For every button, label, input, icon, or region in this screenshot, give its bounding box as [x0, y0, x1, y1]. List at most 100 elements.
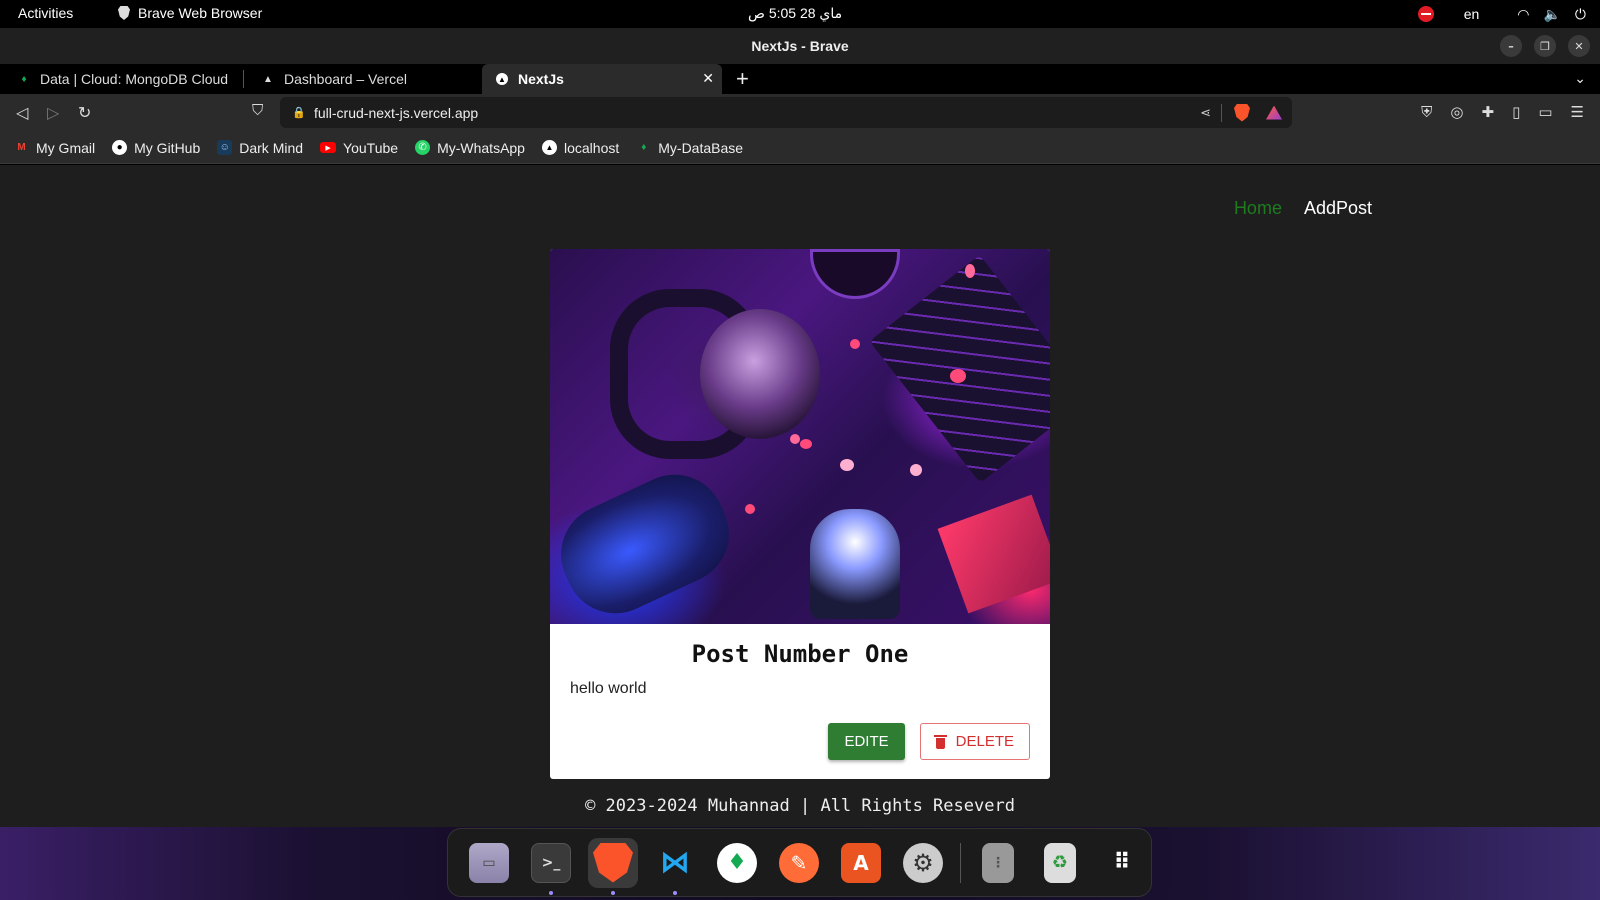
url-text[interactable]: full-crud-next-js.vercel.app	[314, 105, 1200, 121]
github-icon: ●	[112, 140, 128, 155]
dock-disks[interactable]: ⋮	[973, 838, 1023, 888]
dock-separator	[960, 842, 961, 883]
tab-nextjs[interactable]: ▲ NextJs ✕	[482, 64, 722, 94]
window-title-bar[interactable]: NextJs - Brave – ❐ ✕	[0, 28, 1600, 64]
post-body: hello world	[570, 680, 647, 697]
close-tab-icon[interactable]: ✕	[702, 70, 714, 87]
menu-icon[interactable]: ☰	[1571, 103, 1584, 121]
bookmarks-bar: M My Gmail ● My GitHub ☺ Dark Mind ▶ You…	[0, 132, 1600, 164]
terminal-icon: >_	[531, 842, 571, 883]
app-menu-label: Brave Web Browser	[138, 5, 263, 21]
dock-postman[interactable]: ✎	[774, 838, 824, 888]
bookmark-my-github[interactable]: ● My GitHub	[112, 140, 200, 156]
new-tab-button[interactable]: +	[736, 66, 749, 92]
back-icon[interactable]: ◁	[16, 103, 28, 122]
forward-icon[interactable]: ▷	[47, 103, 59, 122]
sidebar-icon[interactable]: ▯	[1512, 103, 1520, 121]
bookmark-label: My-DataBase	[658, 139, 744, 156]
brave-rewards-icon[interactable]	[1266, 105, 1282, 120]
post-image	[550, 249, 1050, 624]
edit-button-label: EDITE	[844, 733, 889, 750]
keyboard-layout-indicator[interactable]: en	[1464, 6, 1480, 22]
power-icon[interactable]: ⏻	[1575, 6, 1586, 23]
dock-brave[interactable]	[588, 837, 638, 895]
vscode-icon: ⋈	[660, 845, 690, 880]
system-tray[interactable]: en ◠ 🔈 ⏻	[1417, 3, 1586, 25]
bookmark-my-whatsapp[interactable]: ✆ My-WhatsApp	[415, 140, 525, 156]
vpn-shield-icon[interactable]: ⛨	[1421, 103, 1432, 121]
gmail-icon: M	[17, 142, 26, 153]
edit-button[interactable]: EDITE	[828, 723, 905, 760]
bookmark-label: Dark Mind	[239, 139, 304, 156]
volume-icon[interactable]: 🔈	[1543, 6, 1560, 23]
mongodb-leaf-icon: ♦	[717, 842, 757, 883]
tab-label: Data | Cloud: MongoDB Cloud	[40, 71, 229, 87]
dock-terminal[interactable]: >_	[526, 838, 576, 895]
trash-icon	[933, 734, 947, 749]
brave-shields-icon[interactable]	[1234, 103, 1250, 122]
dock-app-center[interactable]: A	[836, 838, 886, 888]
vercel-triangle-icon: ▲	[541, 140, 557, 155]
dock-settings[interactable]: ⚙	[898, 838, 948, 888]
lock-icon[interactable]: 🔒	[292, 106, 306, 119]
bookmark-label: YouTube	[343, 139, 399, 156]
tab-mongodb[interactable]: ♦ Data | Cloud: MongoDB Cloud	[4, 64, 244, 94]
dock-show-apps[interactable]: ⠿	[1097, 838, 1147, 888]
dock-mongodb-compass[interactable]: ♦	[712, 838, 762, 888]
wallet-icon[interactable]: ▭	[1538, 103, 1552, 121]
nav-addpost-link[interactable]: AddPost	[1304, 198, 1372, 219]
postman-icon: ✎	[779, 842, 819, 883]
files-icon: ▭	[469, 842, 509, 883]
delete-button-label: DELETE	[955, 733, 1014, 750]
trash-icon: ♻	[1044, 842, 1076, 883]
dock-files[interactable]: ▭	[464, 838, 514, 888]
bookmark-youtube[interactable]: ▶ YouTube	[320, 140, 398, 156]
do-not-disturb-icon[interactable]	[1417, 6, 1434, 22]
tab-label: Dashboard – Vercel	[284, 71, 407, 87]
maximize-icon[interactable]: ❐	[1534, 35, 1556, 57]
page-footer: © 2023-2024 Muhannad | All Rights Reseve…	[585, 796, 1015, 816]
vercel-triangle-icon: ▲	[263, 73, 273, 85]
leo-icon[interactable]: ◎	[1450, 103, 1463, 121]
youtube-icon: ▶	[320, 142, 337, 153]
reload-icon[interactable]: ↻	[78, 103, 91, 122]
tab-vercel[interactable]: ▲ Dashboard – Vercel	[248, 64, 480, 94]
clock[interactable]: ماي 28 5:05 ص	[748, 5, 842, 22]
brave-icon	[593, 842, 633, 883]
tab-strip: ♦ Data | Cloud: MongoDB Cloud ▲ Dashboar…	[0, 64, 1600, 94]
bookmark-localhost[interactable]: ▲ localhost	[541, 140, 619, 156]
close-window-icon[interactable]: ✕	[1568, 35, 1590, 57]
system-top-bar: Activities Brave Web Browser ماي 28 5:05…	[0, 0, 1600, 28]
share-icon[interactable]: ⋖	[1200, 105, 1211, 121]
nav-home-link[interactable]: Home	[1234, 198, 1282, 219]
post-card: Post Number One hello world EDITE DELETE	[550, 249, 1050, 779]
minimize-icon[interactable]: –	[1500, 35, 1522, 57]
tab-search-chevron-icon[interactable]: ⌄	[1574, 70, 1586, 87]
activities-button[interactable]: Activities	[18, 5, 73, 21]
dock-trash[interactable]: ♻	[1035, 838, 1085, 888]
bookmark-my-gmail[interactable]: M My Gmail	[14, 140, 95, 156]
bookmark-label: My Gmail	[36, 139, 96, 156]
wifi-icon[interactable]: ◠	[1517, 6, 1529, 23]
disks-icon: ⋮	[982, 842, 1014, 883]
delete-button[interactable]: DELETE	[919, 723, 1030, 760]
whatsapp-icon: ✆	[415, 140, 431, 155]
app-grid-icon: ⠿	[1113, 850, 1131, 875]
bookmark-label: My-WhatsApp	[437, 139, 525, 156]
app-menu[interactable]: Brave Web Browser	[118, 5, 262, 21]
post-title: Post Number One	[691, 640, 909, 668]
darkmind-icon: ☺	[217, 140, 233, 155]
address-bar[interactable]: 🔒 full-crud-next-js.vercel.app ⋖	[280, 97, 1292, 128]
dock-vscode[interactable]: ⋈	[650, 838, 700, 895]
extensions-icon[interactable]: ✚	[1482, 103, 1495, 121]
bookmark-my-database[interactable]: ♦ My-DataBase	[636, 140, 743, 156]
settings-icon: ⚙	[903, 842, 943, 883]
bookmark-dark-mind[interactable]: ☺ Dark Mind	[217, 140, 303, 156]
bookmark-icon[interactable]: ⛉	[252, 102, 263, 119]
mongodb-leaf-icon: ♦	[641, 142, 647, 153]
brave-icon	[118, 6, 130, 20]
dock: ▭ >_ ⋈ ♦ ✎ A ⚙ ⋮ ♻ ⠿	[447, 828, 1152, 897]
site-nav: Home AddPost	[1234, 198, 1372, 219]
browser-toolbar: ◁ ▷ ↻ ⛉ 🔒 full-crud-next-js.vercel.app ⋖…	[0, 94, 1600, 132]
window-title: NextJs - Brave	[751, 38, 849, 54]
